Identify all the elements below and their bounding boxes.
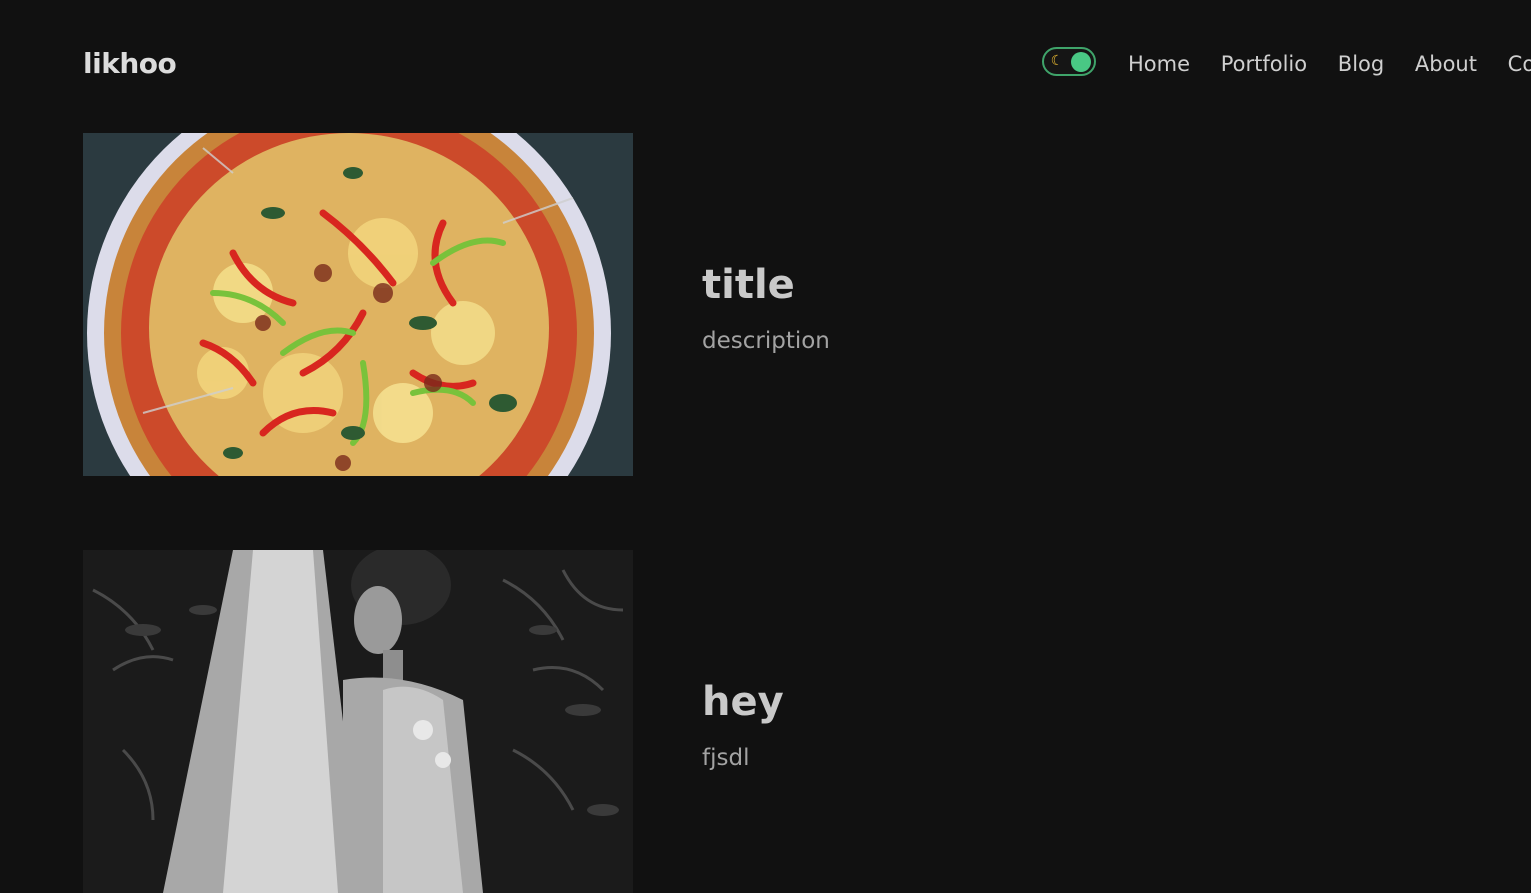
site-header: likhoo ☾ Home Portfolio Blog About Conta… xyxy=(0,0,1531,128)
main-nav: Home Portfolio Blog About Contact xyxy=(1128,50,1531,78)
nav-home[interactable]: Home xyxy=(1128,50,1190,78)
nav-contact[interactable]: Contact xyxy=(1508,50,1531,78)
post-thumbnail[interactable] xyxy=(83,133,633,476)
site-logo[interactable]: likhoo xyxy=(83,46,177,82)
post-text: hey fjsdl xyxy=(702,550,1402,893)
post-thumbnail[interactable] xyxy=(83,550,633,893)
nav-blog[interactable]: Blog xyxy=(1338,50,1384,78)
nav-portfolio[interactable]: Portfolio xyxy=(1221,50,1307,78)
post-card[interactable]: hey fjsdl xyxy=(83,550,1531,893)
post-description: description xyxy=(702,328,830,354)
theme-toggle[interactable]: ☾ xyxy=(1042,47,1096,76)
post-card[interactable]: title description xyxy=(83,133,1531,476)
post-text: title description xyxy=(702,133,1402,476)
post-title[interactable]: title xyxy=(702,261,795,309)
toggle-knob xyxy=(1071,52,1091,72)
bride-veil-photo xyxy=(83,550,633,893)
pizza-photo xyxy=(83,133,633,476)
nav-about[interactable]: About xyxy=(1415,50,1477,78)
post-title[interactable]: hey xyxy=(702,678,784,726)
post-description: fjsdl xyxy=(702,745,750,771)
moon-icon: ☾ xyxy=(1050,53,1064,69)
